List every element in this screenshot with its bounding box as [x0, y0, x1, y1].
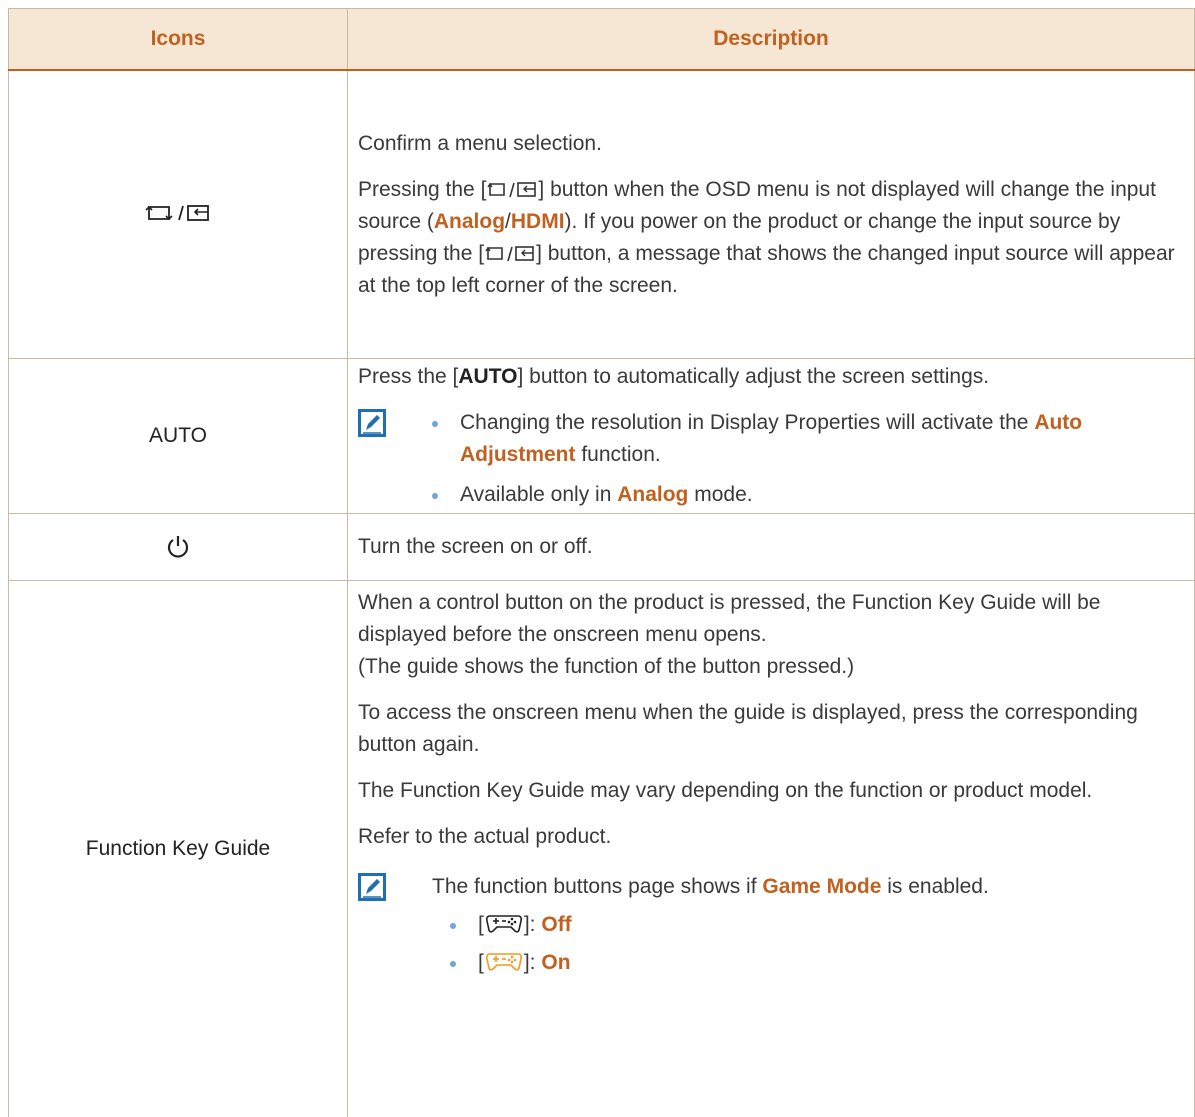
- source-confirm-text: Confirm a menu selection.: [358, 128, 1182, 160]
- text-fragment: ]:: [524, 913, 542, 936]
- text-fragment: Pressing the [: [358, 178, 486, 201]
- game-mode-note-text: The function buttons page shows if Game …: [432, 871, 1182, 903]
- power-icon: [165, 534, 191, 560]
- source-icon: [143, 202, 213, 224]
- source-description-text: Pressing the [] button when the OSD menu…: [358, 174, 1182, 302]
- list-item: []: On: [478, 947, 1182, 979]
- table-row-source: Confirm a menu selection. Pressing the […: [9, 70, 1195, 359]
- auto-button-label: AUTO: [458, 365, 517, 388]
- list-item: Changing the resolution in Display Prope…: [460, 407, 1182, 471]
- text-fragment: is enabled.: [881, 875, 988, 898]
- auto-note: Changing the resolution in Display Prope…: [358, 407, 1182, 511]
- icon-cell-power: [9, 514, 348, 581]
- guide-text-1b: (The guide shows the function of the but…: [358, 651, 1182, 683]
- guide-text-2: To access the onscreen menu when the gui…: [358, 697, 1182, 761]
- icons-description-table: Icons Description Confirm: [8, 8, 1195, 1117]
- source-enter-inline-icon: [486, 181, 538, 199]
- list-item: []: Off: [478, 909, 1182, 941]
- text-fragment: mode.: [688, 483, 752, 506]
- table-header-row: Icons Description: [9, 9, 1195, 71]
- table-row-power: Turn the screen on or off.: [9, 514, 1195, 581]
- guide-note: The function buttons page shows if Game …: [358, 871, 1182, 979]
- desc-cell-auto: Press the [AUTO] button to automatically…: [348, 359, 1195, 514]
- note-pencil-icon: [358, 873, 386, 901]
- game-mode-list: []: Off []: On: [432, 909, 1182, 979]
- on-highlight: On: [541, 951, 570, 974]
- text-fragment: The function buttons page shows if: [432, 875, 762, 898]
- text-fragment: Changing the resolution in Display Prope…: [460, 411, 1034, 434]
- text-fragment: Press the [: [358, 365, 458, 388]
- gamepad-off-icon: [484, 912, 524, 934]
- text-fragment: Available only in: [460, 483, 617, 506]
- list-item: Available only in Analog mode.: [460, 479, 1182, 511]
- desc-cell-guide: When a control button on the product is …: [348, 581, 1195, 1117]
- header-icons: Icons: [9, 9, 348, 71]
- guide-text-4: Refer to the actual product.: [358, 821, 1182, 853]
- guide-note-body: The function buttons page shows if Game …: [386, 871, 1182, 979]
- auto-description-text: Press the [AUTO] button to automatically…: [358, 361, 1182, 393]
- auto-note-list: Changing the resolution in Display Prope…: [460, 407, 1182, 511]
- hdmi-highlight: HDMI: [511, 210, 565, 233]
- source-enter-inline-icon: [484, 245, 536, 263]
- note-pencil-icon: [358, 409, 386, 437]
- source-enter-icon: [143, 202, 213, 224]
- desc-cell-power: Turn the screen on or off.: [348, 514, 1195, 581]
- icon-cell-auto: AUTO: [9, 359, 348, 514]
- analog-highlight: Analog: [617, 483, 688, 506]
- analog-highlight: Analog: [434, 210, 505, 233]
- gamepad-on-icon: [484, 950, 524, 972]
- table-row-function-key-guide: Function Key Guide When a control button…: [9, 581, 1195, 1117]
- auto-note-body: Changing the resolution in Display Prope…: [386, 407, 1182, 511]
- icon-cell-guide: Function Key Guide: [9, 581, 348, 1117]
- icon-cell-source: [9, 70, 348, 359]
- game-mode-highlight: Game Mode: [762, 875, 881, 898]
- text-fragment: ]:: [524, 951, 542, 974]
- text-fragment: ] button to automatically adjust the scr…: [518, 365, 990, 388]
- desc-cell-source: Confirm a menu selection. Pressing the […: [348, 70, 1195, 359]
- guide-text-3: The Function Key Guide may vary dependin…: [358, 775, 1182, 807]
- header-description: Description: [348, 9, 1195, 71]
- text-fragment: function.: [576, 443, 661, 466]
- off-highlight: Off: [541, 913, 571, 936]
- guide-text-1: When a control button on the product is …: [358, 587, 1182, 651]
- table-row-auto: AUTO Press the [AUTO] button to automati…: [9, 359, 1195, 514]
